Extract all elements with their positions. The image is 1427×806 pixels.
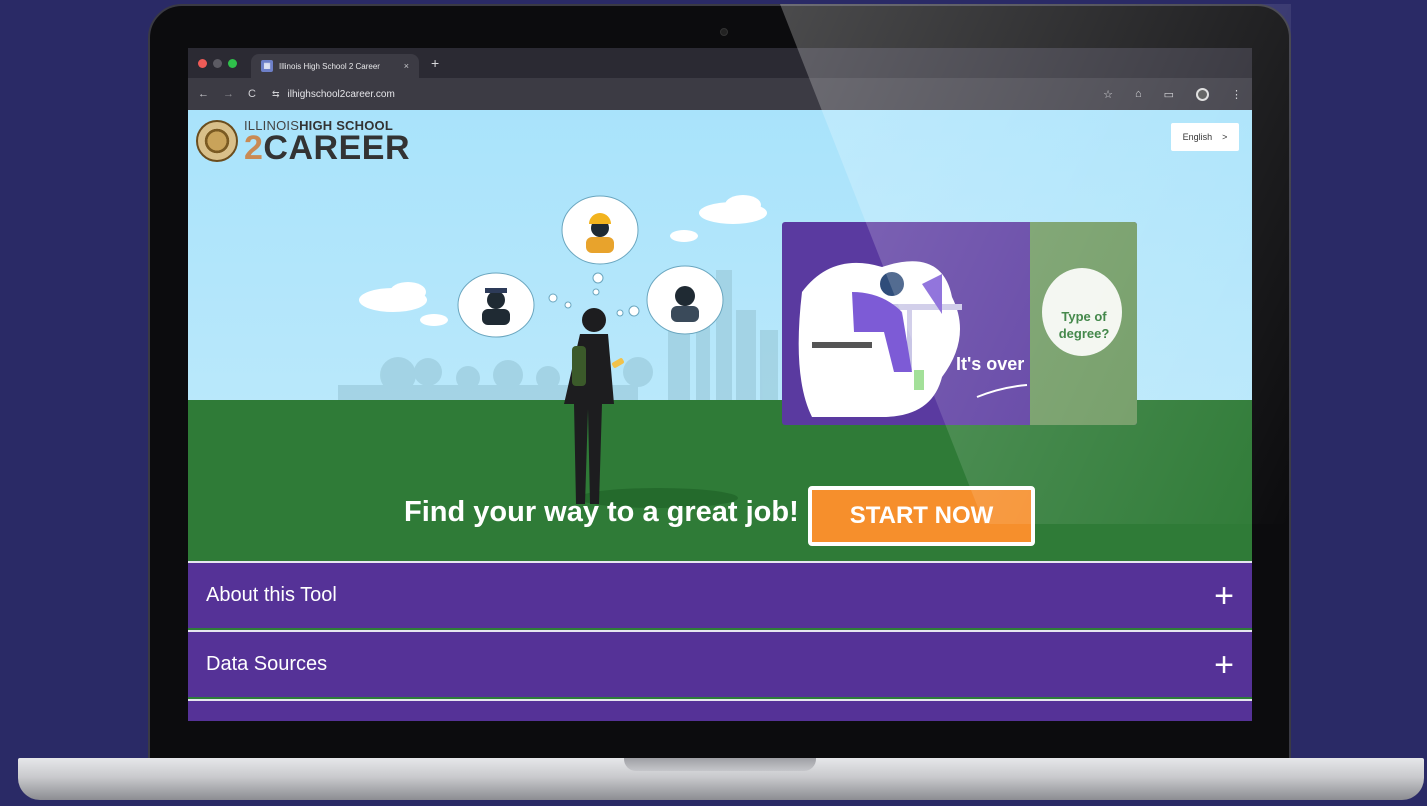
maximize-window-button[interactable] <box>228 58 237 68</box>
camera-icon <box>720 28 728 36</box>
site-info-icon[interactable]: ⇆ <box>272 89 280 100</box>
laptop-base <box>18 758 1424 800</box>
minimize-window-button[interactable] <box>213 58 222 68</box>
accordion-label: Data Sources <box>206 653 328 675</box>
language-label: English <box>1182 132 1213 142</box>
logo-two: 2 <box>244 129 264 167</box>
accordion-about[interactable]: About this Tool + <box>188 561 1252 628</box>
tab-close-icon[interactable]: × <box>404 61 409 71</box>
forward-icon[interactable]: → <box>223 88 234 100</box>
accordion-data-sources[interactable]: Data Sources + <box>188 630 1252 697</box>
url-text[interactable]: ilhighschool2career.com <box>288 89 395 100</box>
language-selector[interactable]: English > <box>1171 123 1239 151</box>
video-badge: Type of degree? <box>1058 309 1110 341</box>
web-page: ILLINOISHIGH SCHOOL 2CAREER English > It… <box>188 110 1252 721</box>
profile-icon[interactable] <box>1196 87 1209 101</box>
toolbar-actions: ☆ ⌂ ▭ ⋮ <box>1103 87 1242 101</box>
accordion-label: About this Tool <box>206 584 337 606</box>
star-icon[interactable]: ☆ <box>1103 88 1113 101</box>
close-window-button[interactable] <box>198 58 207 68</box>
start-now-button[interactable]: START NOW <box>808 486 1035 546</box>
reload-icon[interactable]: C <box>248 88 256 100</box>
sidepanel-icon[interactable]: ▭ <box>1164 88 1174 101</box>
chevron-right-icon: > <box>1222 132 1228 142</box>
accordion-next[interactable] <box>188 699 1252 721</box>
favicon-icon: ▦ <box>261 60 273 72</box>
plus-icon[interactable]: + <box>1214 648 1234 682</box>
logo-text: ILLINOISHIGH SCHOOL 2CAREER <box>244 118 410 165</box>
illinois-seal-icon <box>196 119 238 162</box>
laptop-notch <box>624 758 816 771</box>
browser-tab[interactable]: ▦ Illinois High School 2 Career × <box>251 54 419 78</box>
site-logo[interactable]: ILLINOISHIGH SCHOOL 2CAREER <box>196 118 410 165</box>
tab-bar: ▦ Illinois High School 2 Career × + <box>188 48 1252 78</box>
window-controls <box>198 58 237 68</box>
tab-title: Illinois High School 2 Career <box>279 61 380 71</box>
browser-window: ▦ Illinois High School 2 Career × + ← → … <box>188 48 1252 721</box>
logo-career: CAREER <box>263 129 410 167</box>
video-caption: It's over <box>956 354 1025 374</box>
hero-tagline: Find your way to a great job! <box>404 496 799 528</box>
new-tab-button[interactable]: + <box>431 55 439 71</box>
back-icon[interactable]: ← <box>198 88 209 100</box>
address-bar[interactable]: ⇆ ilhighschool2career.com <box>272 89 395 100</box>
extensions-icon[interactable]: ⌂ <box>1135 88 1142 100</box>
menu-icon[interactable]: ⋮ <box>1231 88 1242 101</box>
plus-icon[interactable]: + <box>1214 579 1234 613</box>
browser-toolbar: ← → C ⇆ ilhighschool2career.com ☆ ⌂ ▭ ⋮ <box>188 78 1252 110</box>
promo-video[interactable]: It's over Type of degree? <box>782 222 1137 425</box>
